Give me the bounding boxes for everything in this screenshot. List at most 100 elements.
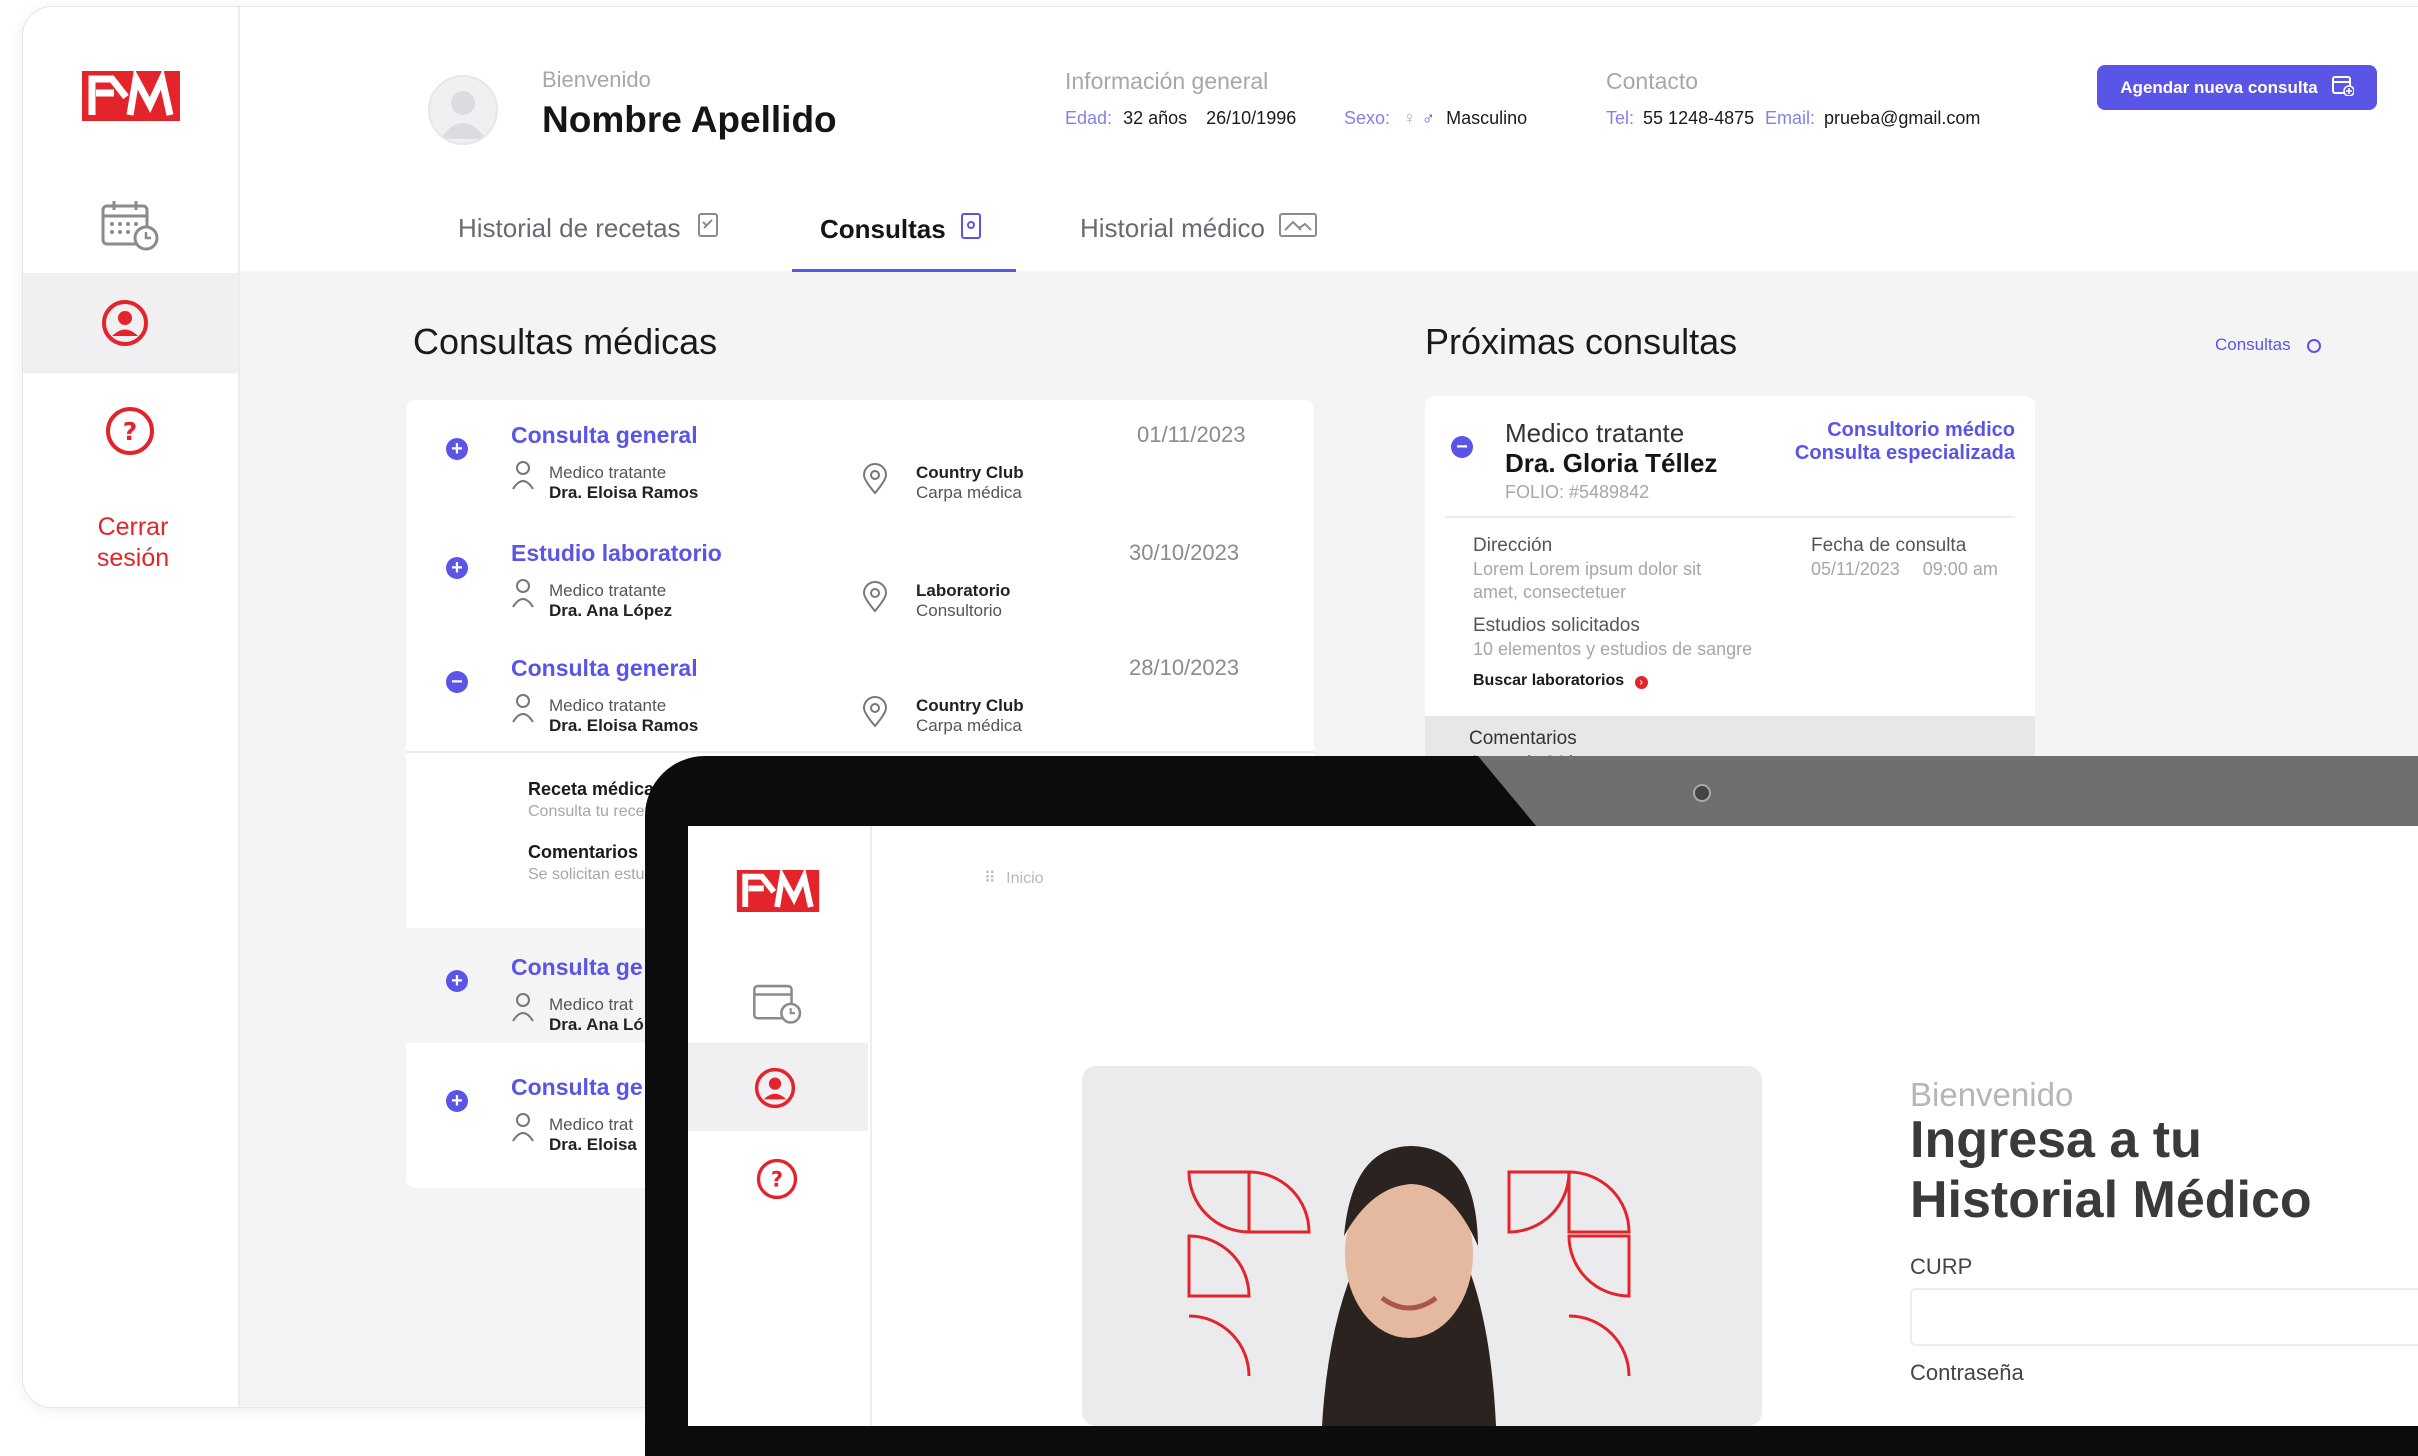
office: Consultorio médico xyxy=(1827,419,2015,441)
address-label: Dirección xyxy=(1473,535,1553,556)
doctor-name: Dra. Eloisa Ramos xyxy=(549,716,699,735)
expand-icon[interactable]: + xyxy=(446,557,468,579)
place: Country Club xyxy=(916,696,1024,715)
age-value: 32 años xyxy=(1123,108,1188,128)
doctor-name: Dra. Eloisa Ramos xyxy=(549,483,699,502)
doctor-label: Medico tratante xyxy=(549,581,667,600)
recipe-text: Consulta tu recet xyxy=(528,803,649,820)
item-date: 28/10/2023 xyxy=(1129,655,1240,680)
address-line2: amet, consectetuer xyxy=(1473,582,1627,602)
welcome-label: Bienvenido xyxy=(542,67,651,92)
comments-title: Comentarios xyxy=(528,842,639,862)
prescription-icon xyxy=(695,212,721,245)
tab-consultations[interactable]: Consultas xyxy=(820,212,982,247)
studies-text: 10 elementos y estudios de sangre xyxy=(1473,639,1753,659)
patient-name: Nombre Apellido xyxy=(542,99,837,140)
sex-info: Sexo: ♀ ♂ Masculino xyxy=(1344,108,1527,129)
sidebar-item-profile[interactable] xyxy=(688,1043,868,1131)
expand-icon[interactable]: + xyxy=(446,1090,468,1112)
doctor-icon xyxy=(510,577,536,614)
user-circle-icon xyxy=(101,299,149,352)
doctor-name: Dra. Gloria Téllez xyxy=(1505,448,1718,478)
tel-info: Tel: 55 1248-4875 xyxy=(1606,108,1754,129)
recipe-title: Receta médica xyxy=(528,779,655,799)
svg-text:?: ? xyxy=(771,1168,783,1192)
location-icon xyxy=(862,463,888,500)
help-icon[interactable]: ? xyxy=(105,406,155,461)
camera-icon xyxy=(1693,784,1711,802)
logout-line2: sesión xyxy=(96,544,170,572)
breadcrumb[interactable]: ⠿ Inicio xyxy=(984,868,1044,888)
female-icon: ♀ xyxy=(1403,108,1417,128)
login-welcome: Bienvenido xyxy=(1910,1076,2074,1113)
circle-icon xyxy=(2307,338,2322,353)
doctor-illustration xyxy=(1187,1146,1631,1426)
find-labs-link[interactable]: Buscar laboratorios › xyxy=(1473,672,1648,690)
header: Bienvenido Nombre Apellido Información g… xyxy=(240,7,2418,272)
tel-label: Tel: xyxy=(1606,108,1635,128)
image-icon xyxy=(1278,212,1317,245)
collapse-icon[interactable]: − xyxy=(1451,436,1473,458)
birth-date: 26/10/1996 xyxy=(1206,108,1297,128)
age-label: Edad: xyxy=(1065,108,1113,128)
calendar-add-icon xyxy=(2331,74,2355,101)
curp-label: CURP xyxy=(1910,1254,1973,1279)
email-value: prueba@gmail.com xyxy=(1824,108,1981,128)
sex-label: Sexo: xyxy=(1344,108,1391,128)
email-label: Email: xyxy=(1765,108,1816,128)
login-title-line2: Historial Médico xyxy=(1910,1171,2312,1229)
calendar-icon[interactable] xyxy=(752,981,804,1030)
calendar-icon[interactable] xyxy=(101,200,161,257)
doctor-name: Dra. Ana López xyxy=(549,601,673,620)
new-consult-button[interactable]: Agendar nueva consulta xyxy=(2097,65,2377,110)
consult-date-value: 05/11/2023 xyxy=(1811,559,1900,579)
list-item[interactable]: − Consulta general Medico tratante Dra. … xyxy=(406,633,1314,748)
brand-logo[interactable] xyxy=(82,68,180,126)
collapse-icon[interactable]: − xyxy=(446,671,468,693)
tel-value: 55 1248-4875 xyxy=(1643,108,1755,128)
curp-input[interactable] xyxy=(1910,1288,2418,1346)
tab-medical-history[interactable]: Historial médico xyxy=(1080,212,1317,245)
location-icon xyxy=(862,696,888,733)
list-item[interactable]: + Estudio laboratorio Medico tratante Dr… xyxy=(406,518,1314,633)
item-date: 01/11/2023 xyxy=(1137,422,1246,447)
login-title-line1: Ingresa a tu xyxy=(1910,1111,2202,1169)
user-circle-icon xyxy=(754,1067,796,1114)
comments-text: Se solicitan estu xyxy=(528,866,645,883)
location-icon xyxy=(862,581,888,618)
divider xyxy=(1445,516,2015,518)
doctor-icon xyxy=(510,1111,536,1148)
place-sub: Carpa médica xyxy=(916,483,1022,502)
list-item[interactable]: + Consulta general Medico tratante Dra. … xyxy=(406,400,1314,515)
tab-consultations-label: Consultas xyxy=(820,214,946,244)
date-label: Fecha de consulta xyxy=(1811,535,1967,556)
expand-icon[interactable]: + xyxy=(446,970,468,992)
upcoming-link[interactable]: Consultas xyxy=(2215,335,2322,355)
find-labs-label: Buscar laboratorios xyxy=(1473,672,1625,689)
upcoming-card: − Medico tratante Dra. Gloria Téllez FOL… xyxy=(1425,396,2035,776)
sidebar-item-profile[interactable] xyxy=(23,273,238,373)
doctor-photo-card xyxy=(1082,1066,1762,1426)
tablet-sidebar: ? xyxy=(688,826,872,1426)
tablet-glare xyxy=(1478,756,2418,826)
tab-recipes-label: Historial de recetas xyxy=(458,213,681,243)
logout-link[interactable]: Cerrar sesión xyxy=(63,512,203,574)
expand-icon[interactable]: + xyxy=(446,438,468,460)
brand-logo[interactable] xyxy=(736,867,820,917)
doctor-label: Medico tratante xyxy=(549,463,667,482)
divider xyxy=(406,751,1314,753)
doctor-icon xyxy=(510,991,536,1028)
email-info: Email: prueba@gmail.com xyxy=(1765,108,1980,129)
consultations-title: Consultas médicas xyxy=(413,321,718,362)
place-sub: Carpa médica xyxy=(916,716,1022,735)
item-date: 30/10/2023 xyxy=(1129,540,1240,565)
tablet-screen: ? ⠿ Inicio Bienvenido Ingresa a tu Histo… xyxy=(688,826,2418,1426)
tab-recipes-history[interactable]: Historial de recetas xyxy=(458,212,721,245)
address-line1: Lorem Lorem ipsum dolor sit xyxy=(1473,559,1702,579)
studies-label: Estudios solicitados xyxy=(1473,615,1640,636)
logout-line1: Cerrar xyxy=(97,513,169,541)
help-icon[interactable]: ? xyxy=(756,1158,798,1205)
contact-title: Contacto xyxy=(1606,68,1699,94)
age-info: Edad: 32 años 26/10/1996 xyxy=(1065,108,1296,129)
doctor-label: Medico tratante xyxy=(1505,418,1685,448)
